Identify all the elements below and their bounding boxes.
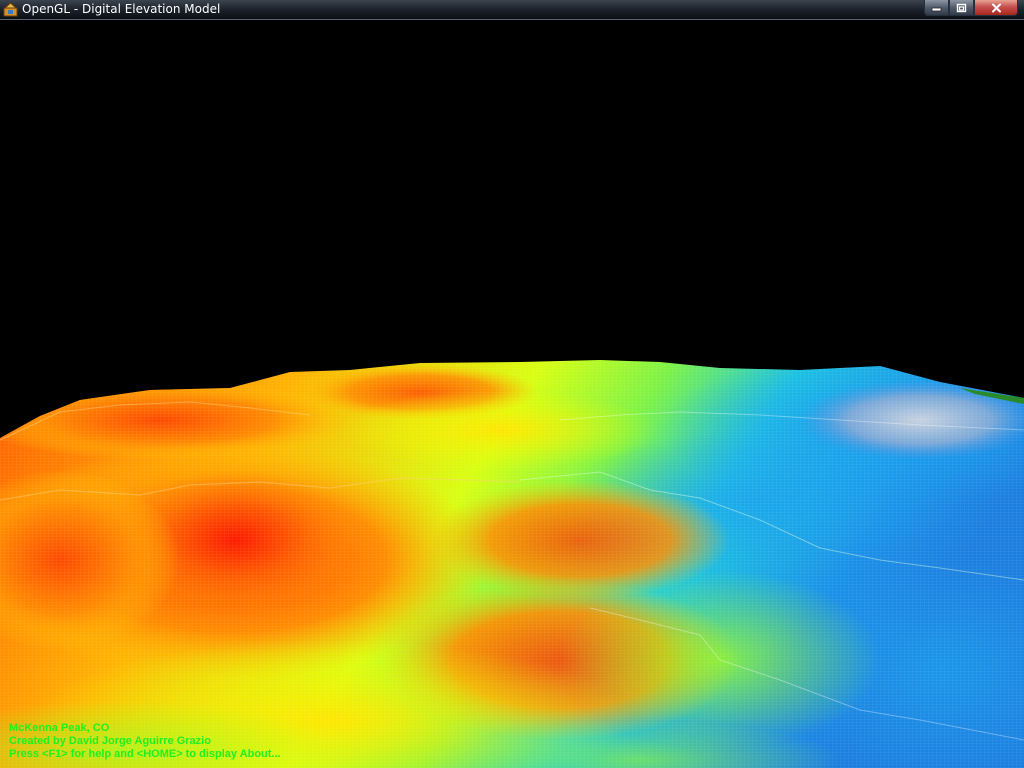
window-title: OpenGL - Digital Elevation Model [22,2,221,16]
restore-icon [956,3,967,12]
close-icon [991,3,1001,12]
info-overlay: McKenna Peak, CO Created by David Jorge … [9,722,281,761]
maximize-button[interactable] [949,0,974,16]
title-bar[interactable]: OpenGL - Digital Elevation Model [0,0,1024,20]
minimize-icon [931,7,942,12]
author-label: Created by David Jorge Aguirre Grazio [9,735,211,747]
help-hint: Press <F1> for help and <HOME> to displa… [9,748,281,760]
minimize-button[interactable] [924,0,949,16]
window-controls [924,0,1018,17]
app-window: OpenGL - Digital Elevation Model McKenna… [0,0,1024,768]
opengl-viewport[interactable]: McKenna Peak, CO Created by David Jorge … [0,20,1024,768]
close-button[interactable] [974,0,1018,16]
location-label: McKenna Peak, CO [9,722,110,734]
terrain-render [0,360,1024,768]
opengl-app-icon[interactable] [3,2,18,17]
